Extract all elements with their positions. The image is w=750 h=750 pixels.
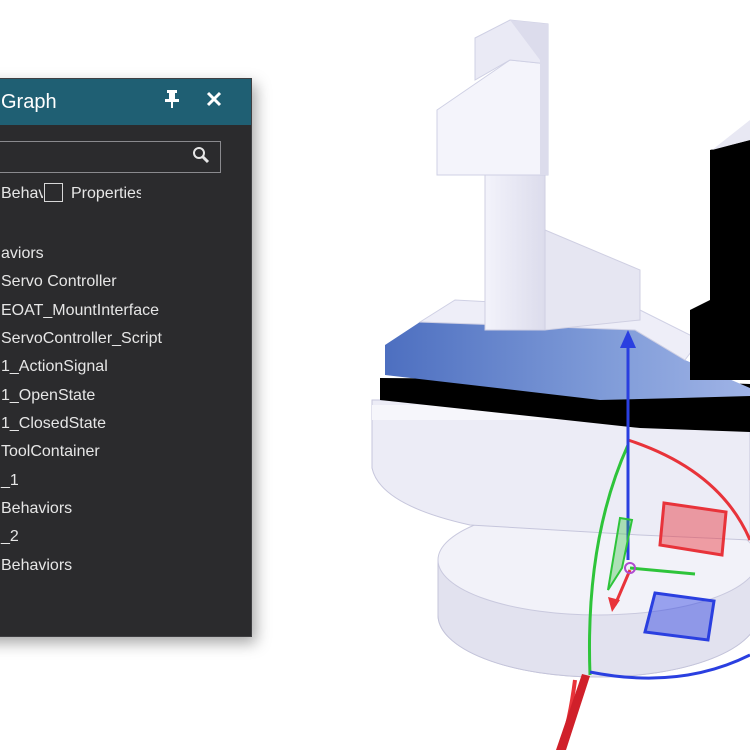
tree-item[interactable]: 1_ClosedState bbox=[1, 415, 106, 433]
plane-handle-blue bbox=[643, 591, 716, 642]
tree-item[interactable]: EOAT_MountInterface bbox=[1, 302, 159, 320]
panel-title: Graph bbox=[1, 91, 57, 113]
plane-handle-red bbox=[658, 501, 728, 557]
filter-properties-label[interactable]: Properties bbox=[71, 185, 141, 203]
tree-item[interactable]: Behaviors bbox=[1, 500, 72, 518]
finger-top-block bbox=[436, 59, 549, 176]
tree-item[interactable]: aviors bbox=[1, 245, 44, 263]
finger-column-front bbox=[484, 164, 546, 331]
search-input[interactable] bbox=[0, 141, 221, 173]
tree-item[interactable]: ToolContainer bbox=[1, 443, 100, 461]
right-block-black bbox=[690, 140, 750, 380]
close-icon[interactable] bbox=[205, 88, 223, 114]
gripper-model[interactable] bbox=[371, 19, 750, 678]
tree-item[interactable]: Servo Controller bbox=[1, 273, 117, 291]
tree-item[interactable]: _2 bbox=[1, 528, 19, 546]
tree-item[interactable]: 1_OpenState bbox=[1, 387, 95, 405]
filter-behaviors-label[interactable]: Behavior bbox=[1, 185, 43, 203]
tree-item[interactable]: ServoController_Script bbox=[1, 330, 162, 348]
tree-item[interactable]: _1 bbox=[1, 472, 19, 490]
graph-panel: Graph Behavior Properties aviors Servo C… bbox=[0, 78, 252, 637]
panel-titlebar[interactable]: Graph bbox=[0, 79, 251, 125]
pin-icon[interactable] bbox=[163, 89, 181, 115]
finger-ridge bbox=[544, 229, 641, 331]
tree-item[interactable]: 1_ActionSignal bbox=[1, 358, 108, 376]
filter-properties-checkbox[interactable] bbox=[44, 183, 63, 202]
search-icon[interactable] bbox=[191, 145, 211, 170]
tree-item[interactable]: Behaviors bbox=[1, 557, 72, 575]
